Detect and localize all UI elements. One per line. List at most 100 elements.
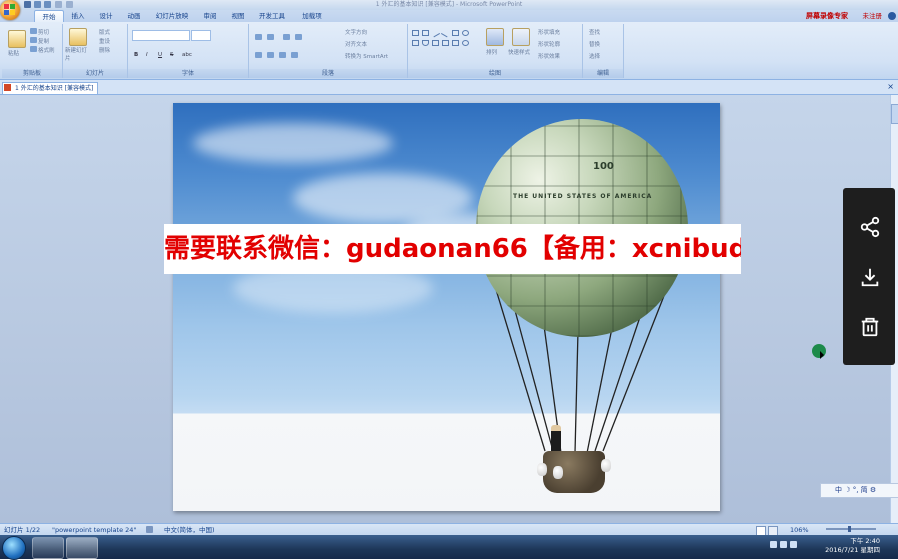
tab-developer[interactable]: 开发工具 bbox=[254, 10, 290, 22]
sandbag bbox=[553, 466, 563, 479]
tab-slideshow[interactable]: 幻灯片放映 bbox=[150, 10, 194, 22]
help-icon[interactable] bbox=[888, 12, 896, 20]
shape-callout-icon[interactable] bbox=[452, 40, 459, 46]
shape-oval-icon[interactable] bbox=[462, 30, 469, 36]
numbering-icon[interactable] bbox=[267, 34, 274, 40]
taskbar-app-folder-icon[interactable] bbox=[32, 537, 64, 559]
format-painter-button[interactable]: 格式刷 bbox=[38, 46, 55, 54]
shadow-button[interactable]: abc bbox=[182, 52, 192, 58]
font-size-combo[interactable] bbox=[191, 30, 211, 41]
align-left-icon[interactable] bbox=[255, 52, 262, 58]
justify-icon[interactable] bbox=[291, 52, 298, 58]
tab-review[interactable]: 审阅 bbox=[198, 10, 222, 22]
start-orb-icon[interactable] bbox=[2, 536, 26, 560]
clock-time: 下午 2:40 bbox=[850, 537, 880, 545]
shape-effects-button[interactable]: 形状效果 bbox=[538, 52, 560, 60]
shape-arrow-icon[interactable] bbox=[440, 28, 451, 38]
convert-smartart-button[interactable]: 转换为 SmartArt bbox=[345, 52, 388, 60]
shape-right-arrow-icon[interactable] bbox=[442, 40, 449, 46]
cut-button[interactable]: 剪切 bbox=[38, 28, 49, 36]
shape-triangle-icon[interactable] bbox=[422, 40, 429, 46]
shape-star-icon[interactable] bbox=[462, 40, 469, 46]
shape-rounded-rect-icon[interactable] bbox=[412, 40, 419, 46]
tab-animation[interactable]: 动画 bbox=[122, 10, 146, 22]
document-tab[interactable]: 1 外汇的基本知识 [兼容模式] bbox=[2, 82, 99, 95]
paste-icon[interactable] bbox=[8, 30, 26, 48]
find-button[interactable]: 查找 bbox=[589, 28, 600, 36]
select-button[interactable]: 选择 bbox=[589, 52, 600, 60]
font-name-combo[interactable] bbox=[132, 30, 190, 41]
zoom-slider-thumb[interactable] bbox=[848, 526, 851, 532]
shape-fill-button[interactable]: 形状填充 bbox=[538, 28, 560, 36]
tab-home[interactable]: 开始 bbox=[34, 10, 64, 22]
layout-button[interactable]: 版式 bbox=[99, 28, 110, 36]
shape-textbox-vertical-icon[interactable] bbox=[422, 30, 429, 36]
spell-check-icon[interactable] bbox=[146, 526, 153, 533]
group-label-slides: 幻灯片 bbox=[63, 69, 127, 78]
increase-indent-icon[interactable] bbox=[295, 34, 302, 40]
slide-canvas[interactable]: THE UNITED STATES OF AMERICA 100 bbox=[173, 103, 720, 511]
account-status[interactable]: 未注册 bbox=[863, 10, 883, 22]
tray-volume-icon[interactable] bbox=[780, 541, 787, 548]
bullets-icon[interactable] bbox=[255, 34, 262, 40]
arrange-icon[interactable] bbox=[486, 28, 504, 46]
shape-outline-button[interactable]: 形状轮廓 bbox=[538, 40, 560, 48]
group-drawing: 排列 快速样式 形状填充 形状轮廓 形状效果 绘图 bbox=[408, 24, 583, 78]
copy-icon bbox=[30, 37, 37, 43]
replace-button[interactable]: 替换 bbox=[589, 40, 600, 48]
align-text-button[interactable]: 对齐文本 bbox=[345, 40, 367, 48]
watermark-banner: 需要联系微信：gudaonan66【备用：xcnibudong0105】 bbox=[164, 224, 741, 274]
ime-toolbar-label: 中 ☽ °, 简 ⚙ bbox=[835, 486, 877, 494]
delete-slide-button[interactable]: 删除 bbox=[99, 46, 110, 54]
reset-button[interactable]: 重设 bbox=[99, 37, 110, 45]
zoom-slider[interactable] bbox=[826, 528, 876, 530]
tab-addins[interactable]: 加载项 bbox=[296, 10, 328, 22]
quick-styles-icon[interactable] bbox=[512, 28, 530, 46]
arrange-button[interactable]: 排列 bbox=[486, 48, 497, 56]
taskbar-app-powerpoint-icon[interactable] bbox=[66, 537, 98, 559]
paste-button[interactable]: 粘贴 bbox=[8, 49, 19, 57]
balloon-denomination: 100 bbox=[593, 161, 614, 172]
sandbag bbox=[537, 463, 547, 476]
shape-rectangle-icon[interactable] bbox=[452, 30, 459, 36]
bold-button[interactable]: B bbox=[134, 52, 138, 58]
share-icon[interactable] bbox=[859, 216, 881, 238]
tab-insert[interactable]: 插入 bbox=[66, 10, 90, 22]
download-icon[interactable] bbox=[859, 266, 881, 288]
clock[interactable]: 下午 2:40 2016/7/21 星期四 bbox=[825, 537, 880, 555]
shape-textbox-icon[interactable] bbox=[412, 30, 419, 36]
promo-text: 屏幕录像专家 bbox=[806, 12, 848, 20]
mouse-cursor-icon bbox=[820, 351, 824, 359]
italic-button[interactable]: I bbox=[146, 52, 148, 58]
tab-design[interactable]: 设计 bbox=[94, 10, 118, 22]
tab-view[interactable]: 视图 bbox=[226, 10, 250, 22]
group-label-paragraph: 段落 bbox=[249, 69, 407, 78]
tray-network-icon[interactable] bbox=[770, 541, 777, 548]
group-font: B I U S abc 字体 bbox=[128, 24, 249, 78]
group-slides: 新建幻灯片 版式 重设 删除 幻灯片 bbox=[63, 24, 128, 78]
decrease-indent-icon[interactable] bbox=[283, 34, 290, 40]
office-button-icon[interactable] bbox=[0, 0, 20, 20]
group-editing: 查找 替换 选择 编辑 bbox=[583, 24, 624, 78]
align-right-icon[interactable] bbox=[279, 52, 286, 58]
floating-action-panel bbox=[843, 188, 895, 365]
new-slide-button[interactable]: 新建幻灯片 bbox=[65, 46, 91, 62]
shape-connector-icon[interactable] bbox=[432, 40, 439, 46]
group-label-clipboard: 剪贴板 bbox=[2, 69, 62, 78]
underline-button[interactable]: U bbox=[158, 52, 162, 58]
trash-icon[interactable] bbox=[859, 316, 881, 338]
scrollbar-thumb[interactable] bbox=[891, 104, 898, 124]
tray-flag-icon[interactable] bbox=[790, 541, 797, 548]
quick-styles-button[interactable]: 快速样式 bbox=[508, 48, 530, 56]
text-direction-button[interactable]: 文字方向 bbox=[345, 28, 367, 36]
copy-button[interactable]: 复制 bbox=[38, 37, 49, 45]
group-clipboard: 粘贴 剪切 复制 格式刷 剪贴板 bbox=[2, 24, 63, 78]
new-slide-icon[interactable] bbox=[69, 28, 87, 46]
shape-line-icon[interactable] bbox=[430, 28, 441, 38]
window-title: 1 外汇的基本知识 [兼容模式] - Microsoft PowerPoint bbox=[375, 1, 523, 8]
close-icon[interactable]: × bbox=[887, 82, 894, 91]
strikethrough-button[interactable]: S bbox=[170, 52, 174, 58]
align-center-icon[interactable] bbox=[267, 52, 274, 58]
ime-toolbar[interactable]: 中 ☽ °, 简 ⚙ bbox=[820, 483, 898, 498]
group-label-font: 字体 bbox=[128, 69, 248, 78]
